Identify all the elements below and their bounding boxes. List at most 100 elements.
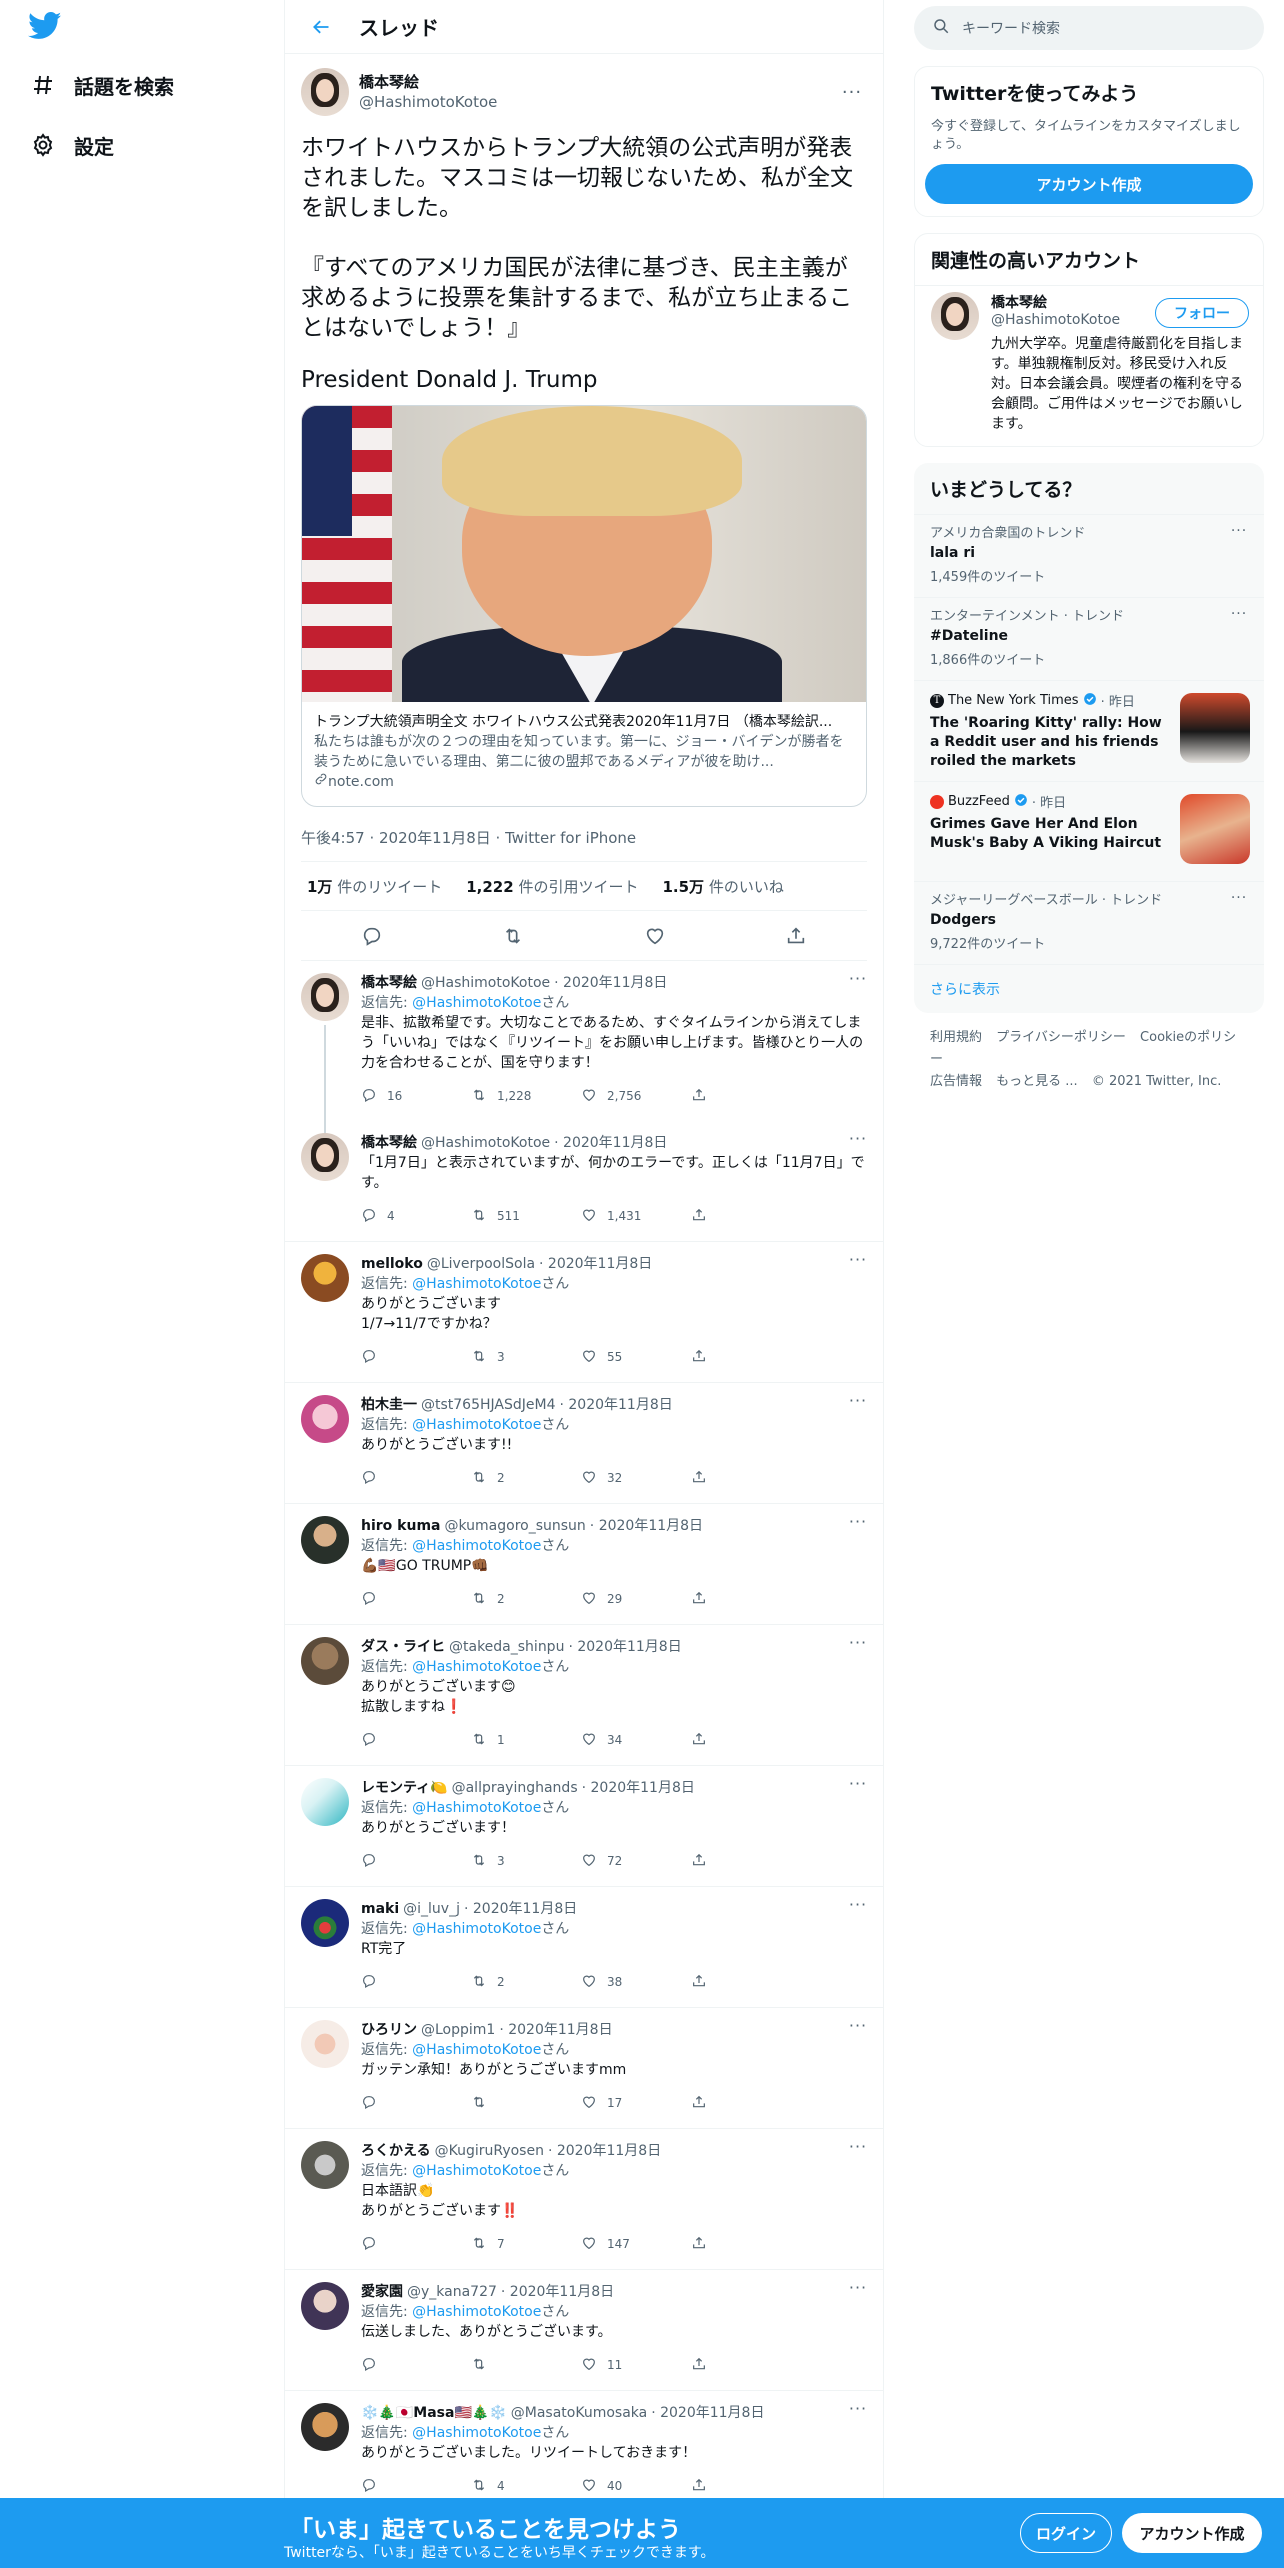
reply-icon[interactable]	[355, 919, 389, 953]
like-button[interactable]: 32	[581, 1469, 691, 1488]
news-item[interactable]: BuzzFeed · 昨日 Grimes Gave Her And Elon M…	[914, 781, 1264, 881]
author-handle[interactable]: @MasatoKumosaka	[511, 2403, 647, 2423]
reply-button[interactable]: 4	[361, 1207, 471, 1226]
reply-to-user[interactable]: @HashimotoKotoe	[412, 1800, 541, 1816]
like-button[interactable]: 38	[581, 1973, 691, 1992]
retweet-button[interactable]: 4	[471, 2477, 581, 2496]
retweet-icon[interactable]	[496, 919, 530, 953]
reply-to-user[interactable]: @HashimotoKotoe	[412, 1276, 541, 1292]
reply-to-user[interactable]: @HashimotoKotoe	[412, 1921, 541, 1937]
share-button[interactable]	[691, 1087, 717, 1106]
show-more-link[interactable]: さらに表示	[914, 964, 1264, 1013]
avatar[interactable]	[301, 1516, 349, 1564]
more-icon[interactable]: ···	[1224, 606, 1254, 622]
avatar[interactable]	[931, 292, 979, 340]
author-handle[interactable]: @takeda_shinpu	[449, 1637, 564, 1657]
author-handle[interactable]: @kumagoro_sunsun	[444, 1516, 585, 1536]
share-button[interactable]	[691, 2094, 717, 2113]
avatar[interactable]	[301, 2403, 349, 2451]
reply-tweet[interactable]: 橋本琴絵 @HashimotoKotoe · 2020年11月8日 ··· 返信先: @…	[285, 961, 883, 1133]
like-button[interactable]: 1,431	[581, 1207, 691, 1226]
retweet-count[interactable]: 1万 件のリツイート	[307, 876, 442, 897]
login-button[interactable]: ログイン	[1020, 2513, 1112, 2553]
reply-tweet[interactable]: melloko @LiverpoolSola · 2020年11月8日 ··· 返信先:…	[285, 1242, 883, 1383]
trend-item[interactable]: エンターテインメント · トレンド #Dateline 1,866件のツイート …	[914, 597, 1264, 680]
retweet-button[interactable]: 511	[471, 1207, 581, 1226]
more-icon[interactable]: ···	[843, 2016, 873, 2036]
reply-button[interactable]	[361, 1973, 471, 1992]
avatar[interactable]	[301, 2020, 349, 2068]
news-item[interactable]: T The New York Times · 昨日 The 'Roaring K…	[914, 680, 1264, 781]
avatar[interactable]	[301, 1395, 349, 1443]
retweet-button[interactable]: 2	[471, 1469, 581, 1488]
author-name[interactable]: 橋本琴絵	[359, 72, 497, 92]
author-name[interactable]: 愛家園	[361, 2282, 403, 2302]
follow-button[interactable]: フォロー	[1155, 298, 1249, 328]
reply-tweet[interactable]: maki @i_luv_j · 2020年11月8日 ··· 返信先: @Hashimo…	[285, 1887, 883, 2008]
reply-button[interactable]	[361, 2356, 471, 2375]
signup-button[interactable]: アカウント作成	[1122, 2513, 1262, 2553]
nav-explore[interactable]: 話題を検索	[28, 65, 174, 105]
share-button[interactable]	[691, 1469, 717, 1488]
author-name[interactable]: hiro kuma	[361, 1516, 440, 1536]
like-button[interactable]: 2,756	[581, 1087, 691, 1106]
retweet-button[interactable]: 3	[471, 1852, 581, 1871]
more-icon[interactable]: ···	[1224, 523, 1254, 539]
back-arrow-icon[interactable]	[305, 11, 337, 43]
more-icon[interactable]: ···	[843, 1391, 873, 1411]
avatar[interactable]	[301, 2282, 349, 2330]
reply-tweet[interactable]: ダス・ライヒ @takeda_shinpu · 2020年11月8日 ··· 返信先: …	[285, 1625, 883, 1766]
share-button[interactable]	[691, 1973, 717, 1992]
reply-button[interactable]	[361, 1852, 471, 1871]
more-icon[interactable]: ···	[843, 2278, 873, 2298]
like-button[interactable]: 11	[581, 2356, 691, 2375]
author-name[interactable]: ダス・ライヒ	[361, 1637, 445, 1657]
search-input[interactable]: キーワード検索	[914, 6, 1264, 50]
reply-to-user[interactable]: @HashimotoKotoe	[412, 2425, 541, 2441]
author-handle[interactable]: @HashimotoKotoe	[359, 92, 497, 112]
author-handle[interactable]: @Loppim1	[421, 2020, 495, 2040]
reply-tweet[interactable]: レモンティ🍋 @allprayinghands · 2020年11月8日 ··· 返信先…	[285, 1766, 883, 1887]
avatar[interactable]	[301, 2141, 349, 2189]
more-icon[interactable]: ···	[843, 2399, 873, 2419]
retweet-button[interactable]	[471, 2356, 581, 2375]
like-button[interactable]: 40	[581, 2477, 691, 2496]
like-button[interactable]: 34	[581, 1731, 691, 1750]
reply-to-user[interactable]: @HashimotoKotoe	[412, 2042, 541, 2058]
reply-date[interactable]: · 2020年11月8日	[548, 2141, 661, 2161]
author-handle[interactable]: @LiverpoolSola	[427, 1254, 535, 1274]
retweet-button[interactable]: 1	[471, 1731, 581, 1750]
reply-date[interactable]: · 2020年11月8日	[651, 2403, 764, 2423]
reply-date[interactable]: · 2020年11月8日	[464, 1899, 577, 1919]
more-icon[interactable]: ···	[843, 1633, 873, 1653]
retweet-button[interactable]: 3	[471, 1348, 581, 1367]
heart-icon[interactable]	[638, 919, 672, 953]
reply-tweet[interactable]: ろくかえる @KugiruRyosen · 2020年11月8日 ··· 返信先: @H…	[285, 2129, 883, 2270]
retweet-button[interactable]: 2	[471, 1590, 581, 1609]
author-name[interactable]: ひろリン	[361, 2020, 417, 2040]
avatar[interactable]	[301, 1637, 349, 1685]
reply-button[interactable]: 16	[361, 1087, 471, 1106]
reply-to-user[interactable]: @HashimotoKotoe	[412, 1659, 541, 1675]
retweet-button[interactable]: 7	[471, 2235, 581, 2254]
reply-date[interactable]: · 2020年11月8日	[568, 1637, 681, 1657]
reply-to-user[interactable]: @HashimotoKotoe	[412, 2163, 541, 2179]
reply-date[interactable]: · 2020年11月8日	[539, 1254, 652, 1274]
more-icon[interactable]: ···	[1224, 890, 1254, 906]
share-button[interactable]	[691, 1207, 717, 1226]
more-icon[interactable]: ···	[843, 1512, 873, 1532]
author-handle[interactable]: @i_luv_j	[403, 1899, 460, 1919]
trend-item[interactable]: アメリカ合衆国のトレンド lala ri 1,459件のツイート ···	[914, 514, 1264, 597]
more-icon[interactable]: ···	[843, 1250, 873, 1270]
reply-date[interactable]: · 2020年11月8日	[559, 1395, 672, 1415]
retweet-button[interactable]: 1,228	[471, 1087, 581, 1106]
avatar[interactable]	[301, 1899, 349, 1947]
author-name[interactable]: 柏木圭一	[361, 1395, 417, 1415]
share-button[interactable]	[691, 1348, 717, 1367]
reply-tweet[interactable]: 柏木圭一 @tst765HJASdJeM4 · 2020年11月8日 ··· 返信先: …	[285, 1383, 883, 1504]
share-button[interactable]	[691, 1731, 717, 1750]
like-button[interactable]: 29	[581, 1590, 691, 1609]
like-button[interactable]: 17	[581, 2094, 691, 2113]
footer-link[interactable]: プライバシーポリシー	[996, 1030, 1126, 1045]
reply-date[interactable]: · 2020年11月8日	[501, 2282, 614, 2302]
